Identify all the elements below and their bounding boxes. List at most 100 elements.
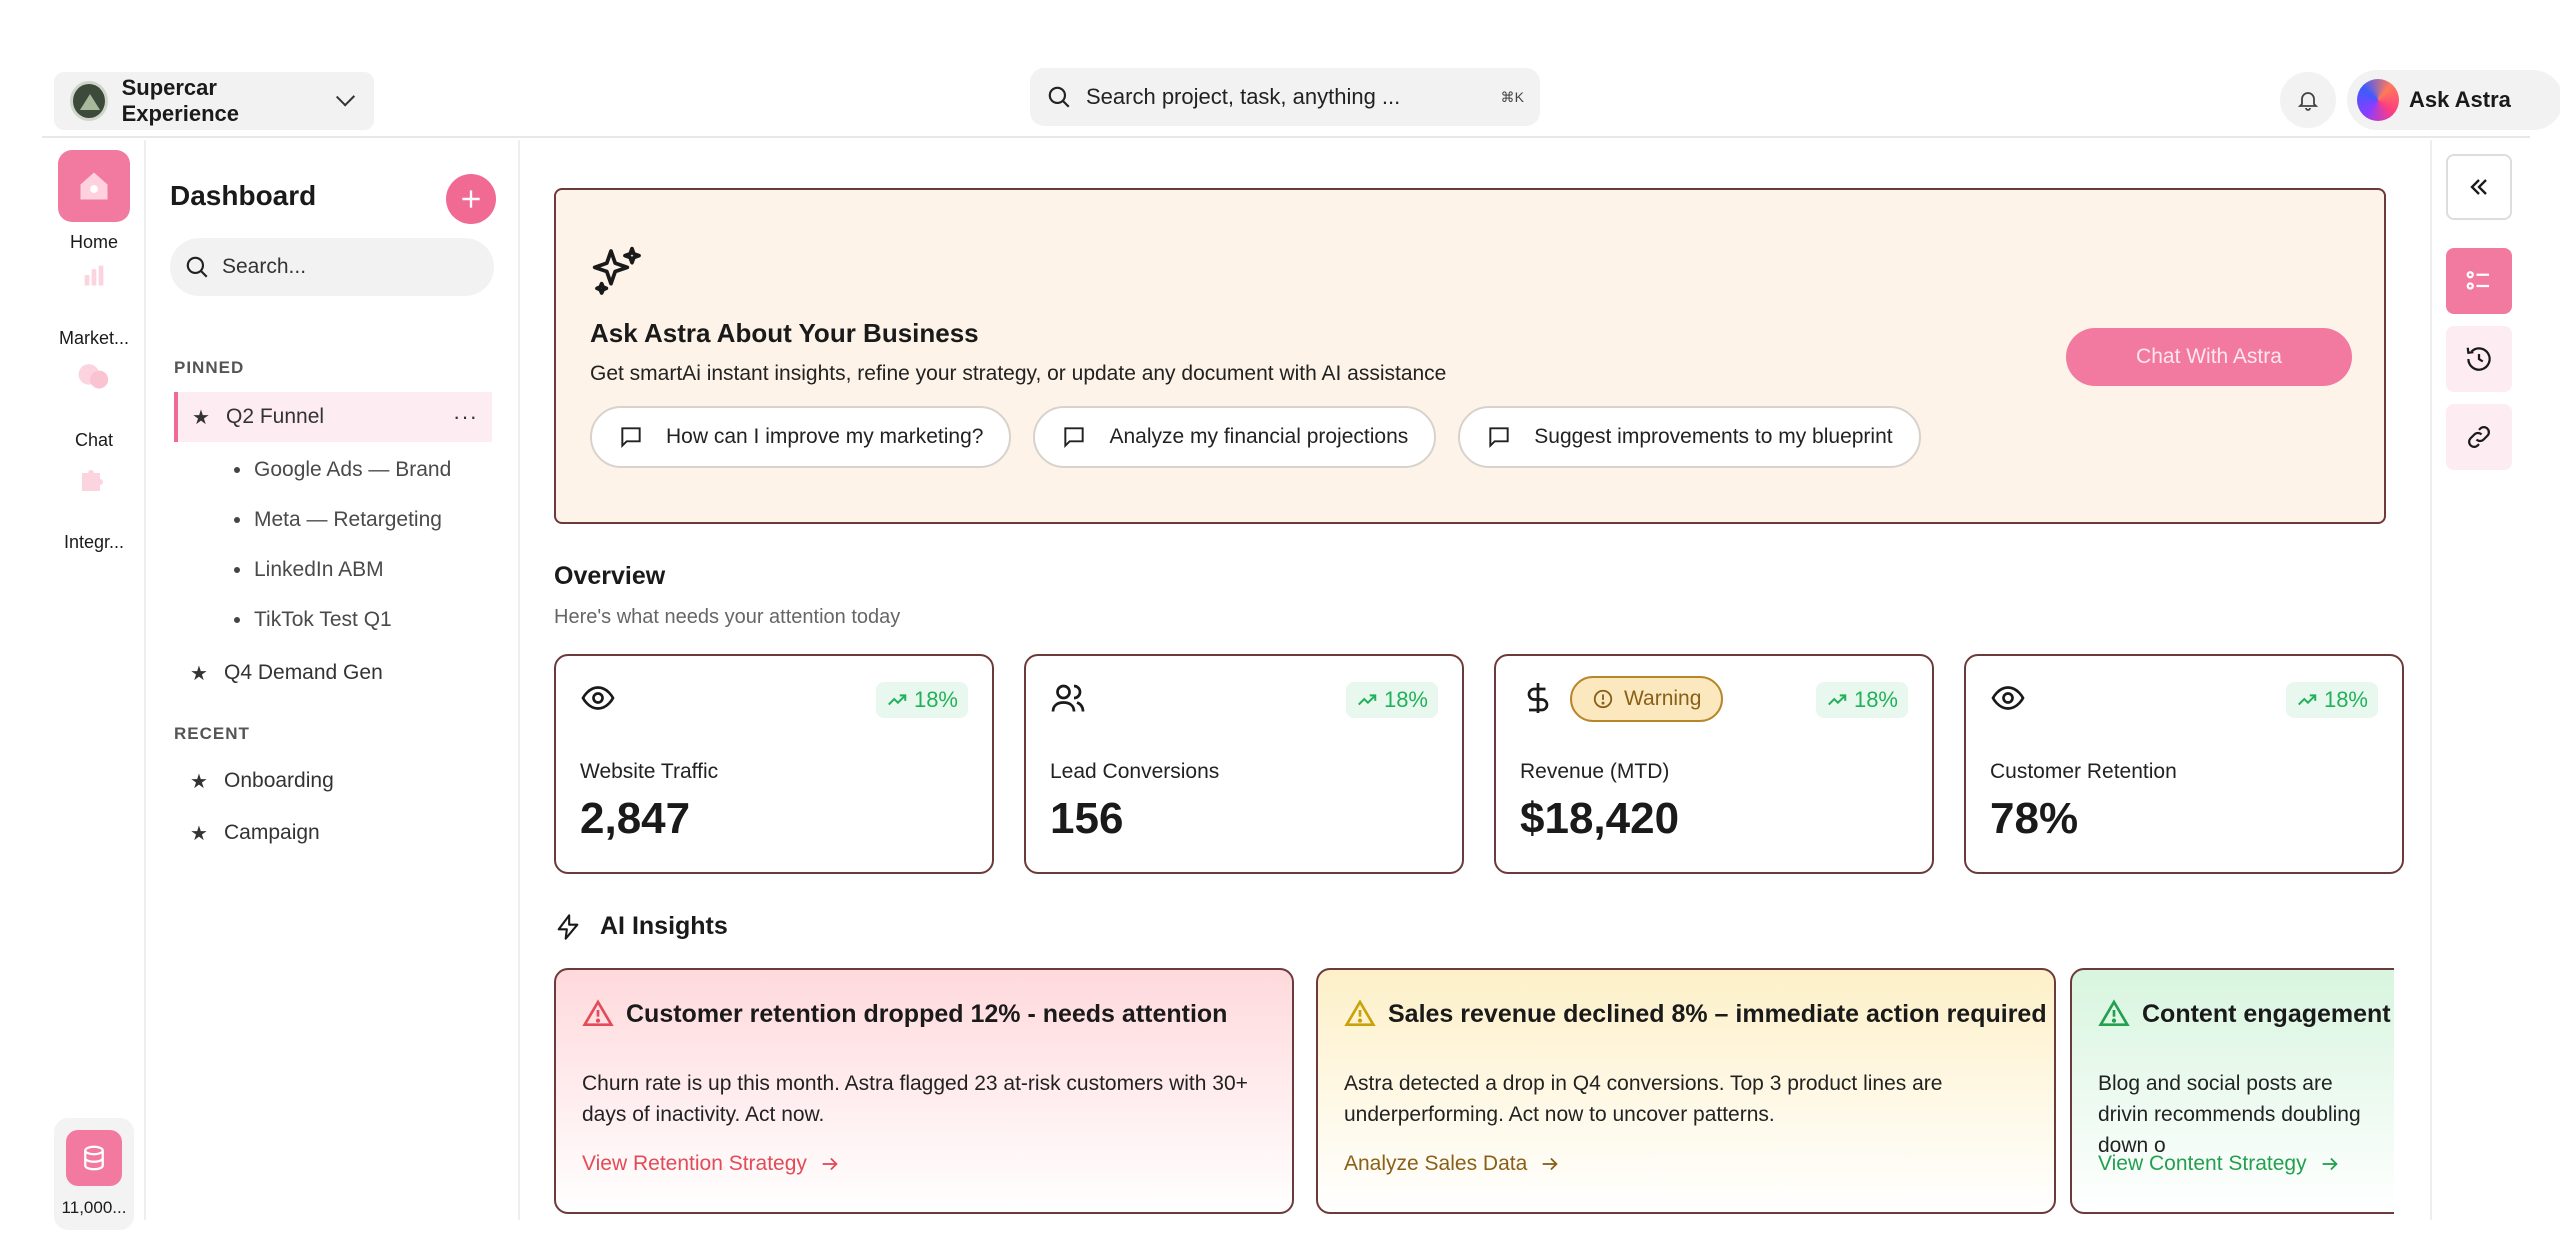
credits-count: 11,000... (61, 1198, 127, 1217)
insight-card-retention[interactable]: Customer retention dropped 12% - needs a… (554, 968, 1294, 1214)
message-icon (1489, 427, 1509, 449)
tasks-panel-button[interactable] (2446, 248, 2512, 314)
rail-label: Market... (58, 328, 129, 348)
overview-subtitle: Here's what needs your attention today (554, 606, 901, 628)
eye-icon (581, 686, 615, 710)
sidebar-subitem[interactable]: Meta — Retargeting (234, 508, 442, 532)
search-icon (1048, 86, 1070, 108)
global-search-placeholder: Search project, task, anything ... (1086, 84, 1401, 109)
trend-badge: 18% (1815, 682, 1908, 718)
users-icon (1051, 684, 1085, 712)
trend-badge: 18% (1345, 682, 1438, 718)
sidebar-item-label: Onboarding (224, 769, 334, 792)
insights-carousel: Customer retention dropped 12% - needs a… (554, 968, 2394, 1218)
analyze-sales-data-link[interactable]: Analyze Sales Data (1344, 1152, 1561, 1176)
dashboard-sidebar: Dashboard Search... PINNED ★ Q2 Funnel ·… (148, 140, 520, 1220)
prompt-chip[interactable]: How can I improve my marketing? (590, 406, 1012, 468)
pinned-section-label: PINNED (174, 358, 245, 377)
ask-astra-label: Ask Astra (2409, 87, 2511, 112)
links-panel-button[interactable] (2446, 404, 2512, 470)
sidebar-subitem[interactable]: TikTok Test Q1 (234, 608, 392, 632)
history-panel-button[interactable] (2446, 326, 2512, 392)
plus-icon (462, 190, 480, 208)
insight-body: Churn rate is up this month. Astra flagg… (582, 1072, 1248, 1126)
sidebar-item-q4-demand-gen[interactable]: ★ Q4 Demand Gen (174, 648, 492, 698)
warning-triangle-icon (1344, 999, 1376, 1026)
view-retention-strategy-link[interactable]: View Retention Strategy (582, 1152, 841, 1176)
sidebar-item-campaign[interactable]: ★ Campaign (174, 808, 492, 858)
insight-heading: Content engagement (2098, 998, 2391, 1030)
kpi-label: Lead Conversions (1050, 760, 1220, 783)
sidebar-item-label: Q2 Funnel (226, 405, 325, 428)
prompt-chip[interactable]: Suggest improvements to my blueprint (1458, 406, 1921, 468)
alert-circle-icon (1593, 689, 1613, 709)
global-search[interactable]: Search project, task, anything ... ⌘K (1030, 68, 1540, 126)
collapse-panel-button[interactable] (2446, 154, 2512, 220)
warning-triangle-icon (582, 999, 614, 1026)
sidebar-subitem[interactable]: Google Ads — Brand (234, 458, 451, 482)
bullet-icon (234, 617, 240, 623)
prompt-chip[interactable]: Analyze my financial projections (1033, 406, 1437, 468)
insight-body: Astra detected a drop in Q4 conversions.… (1344, 1072, 1943, 1126)
home-icon (58, 150, 130, 222)
history-icon (2466, 347, 2491, 371)
kpi-card-lead-conversions[interactable]: 18% Lead Conversions 156 (1024, 654, 1464, 874)
prompt-suggestions: How can I improve my marketing? Analyze … (590, 406, 1921, 468)
kpi-card-website-traffic[interactable]: 18% Website Traffic 2,847 (554, 654, 994, 874)
star-icon: ★ (190, 662, 208, 685)
view-content-strategy-link[interactable]: View Content Strategy (2098, 1152, 2341, 1176)
workspace-switcher[interactable]: Supercar Experience (54, 72, 374, 130)
sidebar-search-input[interactable]: Search... (170, 238, 494, 296)
more-options-button[interactable]: ··· (453, 404, 478, 430)
sparkles-icon (592, 246, 641, 295)
chat-with-astra-button[interactable]: Chat With Astra (2066, 328, 2352, 386)
right-panel-rail (2430, 140, 2530, 1220)
ask-astra-button[interactable]: Ask Astra (2347, 70, 2560, 130)
lightning-icon (557, 913, 579, 940)
ask-astra-hero: Ask Astra About Your Business Get smartA… (554, 188, 2386, 524)
insight-card-content[interactable]: Content engagement Blog and social posts… (2070, 968, 2394, 1214)
sidebar-subitem[interactable]: LinkedIn ABM (234, 558, 384, 582)
ai-insights-header: AI Insights (554, 912, 728, 941)
arrow-right-icon (1542, 1157, 1558, 1171)
kpi-card-revenue[interactable]: Warning 18% Revenue (MTD) $18,420 (1494, 654, 1934, 874)
trending-up-icon (1357, 694, 1377, 706)
kpi-card-customer-retention[interactable]: 18% Customer Retention 78% (1964, 654, 2404, 874)
rail-item-marketing[interactable]: Market... (42, 252, 146, 349)
kpi-value: 156 (1050, 794, 1124, 843)
overview-title: Overview (554, 562, 666, 590)
workspace-name: Supercar Experience (121, 75, 239, 126)
sidebar-item-label: Q4 Demand Gen (224, 661, 383, 684)
star-icon: ★ (190, 770, 208, 793)
sidebar-item-q2-funnel[interactable]: ★ Q2 Funnel ··· (174, 392, 492, 442)
add-dashboard-button[interactable] (446, 174, 496, 224)
star-icon: ★ (192, 406, 210, 429)
kpi-value: 2,847 (580, 794, 691, 843)
rail-item-home[interactable]: Home (42, 150, 146, 253)
chevrons-left-icon (2470, 179, 2487, 195)
bullet-icon (234, 517, 240, 523)
credits-widget[interactable]: 11,000... (54, 1118, 134, 1230)
insight-card-sales[interactable]: Sales revenue declined 8% – immediate ac… (1316, 968, 2056, 1214)
kpi-label: Customer Retention (1990, 760, 2177, 783)
kpi-value: $18,420 (1520, 794, 1680, 843)
top-bar: Supercar Experience Search project, task… (42, 68, 2560, 138)
arrow-right-icon (2322, 1157, 2338, 1171)
rail-item-integrations[interactable]: Integr... (42, 456, 146, 553)
sidebar-item-onboarding[interactable]: ★ Onboarding (174, 756, 492, 806)
rail-item-chat[interactable]: Chat (42, 354, 146, 451)
search-shortcut: ⌘K (1500, 88, 1524, 105)
trend-badge: 18% (2285, 682, 2378, 718)
message-icon (621, 427, 641, 449)
star-icon: ★ (190, 822, 208, 845)
hero-title: Ask Astra About Your Business (590, 318, 979, 348)
chevron-down-icon (335, 87, 356, 107)
database-icon (66, 1130, 122, 1186)
trending-up-icon (887, 694, 907, 706)
chart-icon (58, 252, 130, 298)
bullet-icon (234, 467, 240, 473)
rail-label: Home (69, 232, 118, 252)
notifications-button[interactable] (2280, 72, 2336, 128)
kpi-label: Revenue (MTD) (1520, 760, 1670, 783)
eye-icon (1991, 686, 2025, 710)
